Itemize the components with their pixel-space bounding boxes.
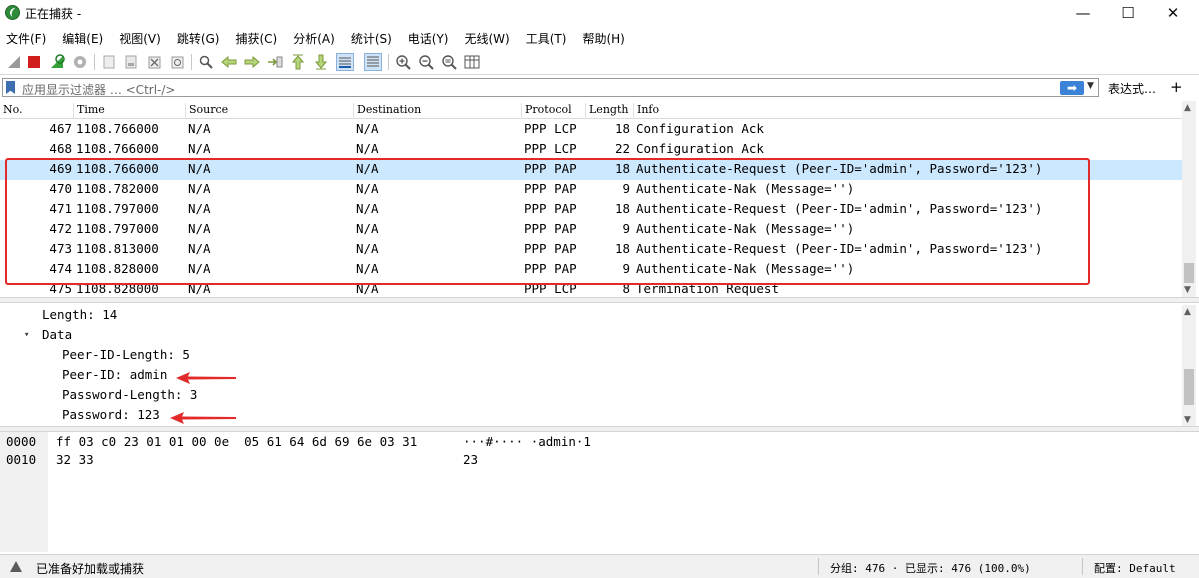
profile-selector[interactable]: 配置: Default bbox=[1094, 560, 1176, 576]
restart-capture-icon[interactable] bbox=[48, 53, 66, 71]
zoom-in-icon[interactable] bbox=[394, 53, 412, 71]
start-capture-icon[interactable] bbox=[5, 53, 23, 71]
packet-no: 468 bbox=[49, 141, 72, 156]
apply-filter-button[interactable]: ➡ bbox=[1060, 81, 1084, 95]
zoom-out-icon[interactable] bbox=[417, 53, 435, 71]
byte-hex-row[interactable]: 32 33 bbox=[56, 452, 94, 467]
menu-capture[interactable]: 捕获(C) bbox=[235, 27, 277, 49]
byte-ascii-row[interactable]: 23 bbox=[463, 452, 478, 467]
packet-bytes-pane: 0000 ff 03 c0 23 01 01 00 0e 05 61 64 6d… bbox=[0, 432, 1199, 552]
packet-protocol: PPP LCP bbox=[524, 141, 577, 156]
window-title: 正在捕获 - bbox=[25, 7, 82, 21]
details-scrollbar[interactable]: ▲ ▼ bbox=[1182, 305, 1196, 429]
status-bar: 已准备好加载或捕获 分组: 476 · 已显示: 476 (100.0%) 配置… bbox=[0, 554, 1199, 578]
filter-placeholder: 应用显示过滤器 … <Ctrl-/> bbox=[22, 83, 176, 97]
display-filter-bar: 应用显示过滤器 … <Ctrl-/> ➡ ▼ 表达式… + bbox=[0, 77, 1199, 99]
resize-columns-icon[interactable] bbox=[463, 53, 481, 71]
menu-edit[interactable]: 编辑(E) bbox=[62, 27, 103, 49]
annotation-arrow-icon bbox=[170, 412, 236, 424]
annotation-highlight-box bbox=[5, 158, 1090, 285]
stop-capture-icon[interactable] bbox=[25, 53, 43, 71]
go-to-packet-icon[interactable] bbox=[266, 53, 284, 71]
menu-wireless[interactable]: 无线(W) bbox=[465, 27, 510, 49]
menu-bar: 文件(F) 编辑(E) 视图(V) 跳转(G) 捕获(C) 分析(A) 统计(S… bbox=[0, 27, 1199, 49]
menu-tools[interactable]: 工具(T) bbox=[526, 27, 567, 49]
go-first-packet-icon[interactable] bbox=[289, 53, 307, 71]
packet-info: Configuration Ack bbox=[636, 121, 764, 136]
menu-go[interactable]: 跳转(G) bbox=[177, 27, 220, 49]
packet-destination: N/A bbox=[356, 141, 379, 156]
packet-length: 22 bbox=[614, 141, 630, 156]
auto-scroll-icon[interactable] bbox=[336, 53, 354, 71]
open-file-icon[interactable] bbox=[100, 53, 118, 71]
go-forward-icon[interactable] bbox=[243, 53, 261, 71]
annotation-arrow-icon bbox=[176, 372, 236, 384]
close-file-icon[interactable] bbox=[145, 53, 163, 71]
display-filter-input[interactable]: 应用显示过滤器 … <Ctrl-/> ➡ ▼ bbox=[2, 78, 1099, 97]
packet-length: 18 bbox=[614, 121, 630, 136]
go-back-icon[interactable] bbox=[220, 53, 238, 71]
column-header-protocol[interactable]: Protocol bbox=[521, 103, 585, 119]
column-header-info[interactable]: Info bbox=[633, 103, 1182, 119]
detail-password-length[interactable]: Password-Length: 3 bbox=[62, 387, 197, 402]
detail-password[interactable]: Password: 123 bbox=[62, 407, 160, 422]
column-header-destination[interactable]: Destination bbox=[353, 103, 521, 119]
menu-help[interactable]: 帮助(H) bbox=[582, 27, 624, 49]
packet-time: 1108.766000 bbox=[76, 121, 159, 136]
add-filter-button[interactable]: + bbox=[1170, 78, 1183, 96]
minimize-button[interactable]: — bbox=[1060, 0, 1106, 26]
pane-splitter-top[interactable] bbox=[0, 297, 1199, 303]
filter-bookmark-icon[interactable] bbox=[6, 81, 15, 94]
column-header-time[interactable]: Time bbox=[73, 103, 185, 119]
packet-details-pane: Length: 14 ▾ Data Peer-ID-Length: 5 Peer… bbox=[0, 305, 1182, 429]
expression-button[interactable]: 表达式… bbox=[1108, 80, 1156, 97]
packet-info: Configuration Ack bbox=[636, 141, 764, 156]
maximize-button[interactable]: ☐ bbox=[1105, 0, 1151, 26]
expand-chevron-icon[interactable]: ▾ bbox=[24, 330, 29, 340]
column-header-no[interactable]: No. bbox=[0, 103, 72, 119]
packet-time: 1108.766000 bbox=[76, 141, 159, 156]
detail-length[interactable]: Length: 14 bbox=[42, 307, 117, 322]
column-header-length[interactable]: Length bbox=[585, 103, 633, 119]
status-message: 已准备好加载或捕获 bbox=[36, 562, 145, 576]
menu-view[interactable]: 视图(V) bbox=[119, 27, 161, 49]
packet-row[interactable]: 467 1108.766000 N/A N/A PPP LCP 18 Configurati… bbox=[0, 120, 1182, 140]
byte-offset: 0000 bbox=[6, 434, 37, 449]
zoom-normal-icon[interactable] bbox=[440, 53, 458, 71]
wireshark-logo-icon bbox=[5, 5, 20, 20]
packet-list-header: No. Time Source Destination Protocol Len… bbox=[0, 101, 1182, 119]
detail-data-node[interactable]: Data bbox=[42, 327, 72, 342]
menu-telephony[interactable]: 电话(Y) bbox=[408, 27, 449, 49]
save-file-icon[interactable] bbox=[122, 53, 140, 71]
byte-hex-row[interactable]: ff 03 c0 23 01 01 00 0e 05 61 64 6d 69 6… bbox=[56, 434, 417, 449]
title-bar: 正在捕获 - — ☐ ✕ bbox=[0, 0, 1199, 26]
filter-history-dropdown[interactable]: ▼ bbox=[1087, 81, 1094, 91]
column-header-source[interactable]: Source bbox=[185, 103, 353, 119]
packet-row[interactable]: 468 1108.766000 N/A N/A PPP LCP 22 Configurati… bbox=[0, 140, 1182, 160]
byte-ascii-row[interactable]: ···#···· ·admin·1 bbox=[463, 434, 591, 449]
packet-source: N/A bbox=[188, 141, 211, 156]
expert-info-icon[interactable] bbox=[10, 561, 22, 572]
menu-file[interactable]: 文件(F) bbox=[6, 27, 46, 49]
find-packet-icon[interactable] bbox=[197, 53, 215, 71]
detail-peer-id-length[interactable]: Peer-ID-Length: 5 bbox=[62, 347, 190, 362]
packet-count-stats: 分组: 476 · 已显示: 476 (100.0%) bbox=[830, 562, 1031, 575]
menu-statistics[interactable]: 统计(S) bbox=[351, 27, 392, 49]
detail-peer-id[interactable]: Peer-ID: admin bbox=[62, 367, 167, 382]
packet-list-scrollbar[interactable]: ▲ ▼ bbox=[1182, 101, 1196, 297]
packet-protocol: PPP LCP bbox=[524, 121, 577, 136]
capture-options-icon[interactable] bbox=[71, 53, 89, 71]
packet-source: N/A bbox=[188, 121, 211, 136]
go-last-packet-icon[interactable] bbox=[312, 53, 330, 71]
packet-destination: N/A bbox=[356, 121, 379, 136]
close-button[interactable]: ✕ bbox=[1150, 0, 1196, 26]
packet-no: 467 bbox=[49, 121, 72, 136]
menu-analyze[interactable]: 分析(A) bbox=[293, 27, 335, 49]
byte-offset: 0010 bbox=[6, 452, 37, 467]
reload-file-icon[interactable] bbox=[168, 53, 186, 71]
colorize-list-icon[interactable] bbox=[364, 53, 382, 71]
main-toolbar bbox=[0, 50, 1199, 75]
